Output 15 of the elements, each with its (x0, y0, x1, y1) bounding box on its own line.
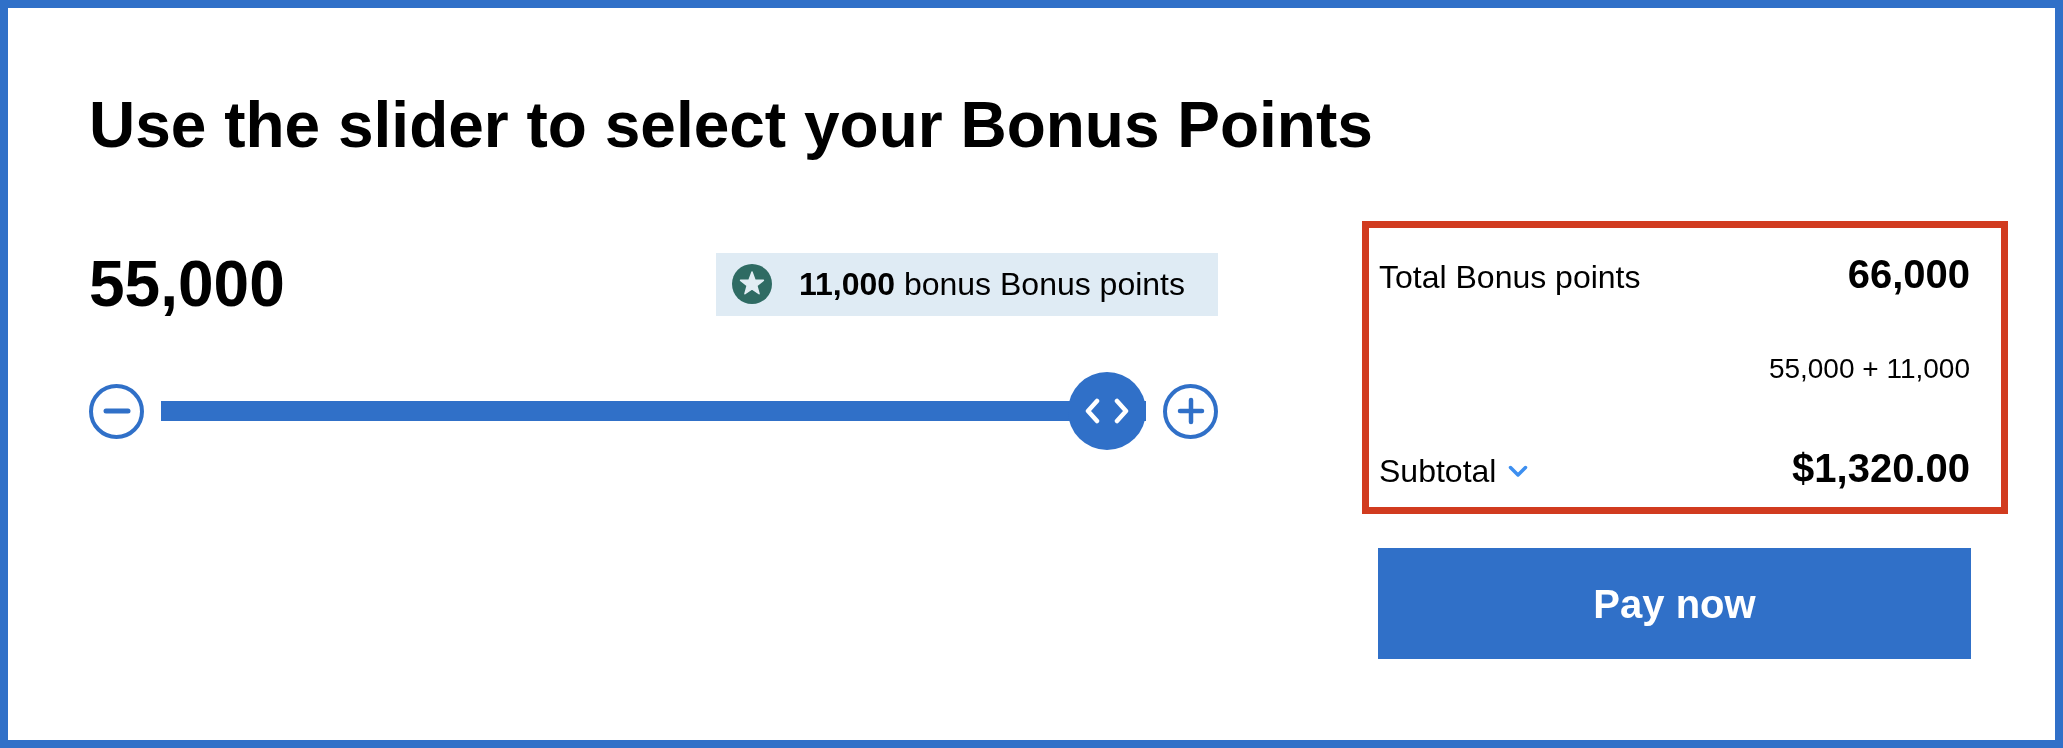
chevrons-icon (1084, 398, 1130, 424)
total-value: 66,000 (1847, 254, 1970, 294)
minus-icon (102, 408, 131, 414)
pay-now-button[interactable]: Pay now (1378, 548, 1971, 659)
plus-icon (1176, 397, 1205, 425)
increase-button[interactable] (1163, 383, 1218, 439)
subtotal-value: $1,320.00 (1792, 448, 1970, 488)
chevron-down-icon (1508, 464, 1529, 478)
subtotal-toggle[interactable]: Subtotal (1379, 455, 1529, 487)
slider-track[interactable] (161, 372, 1146, 450)
points-breakdown: 55,000 + 11,000 (1768, 355, 1970, 383)
decrease-button[interactable] (89, 383, 144, 439)
points-value: 55,000 (89, 252, 285, 316)
total-label: Total Bonus points (1379, 261, 1641, 293)
bonus-text: 11,000 bonus Bonus points (798, 268, 1185, 300)
